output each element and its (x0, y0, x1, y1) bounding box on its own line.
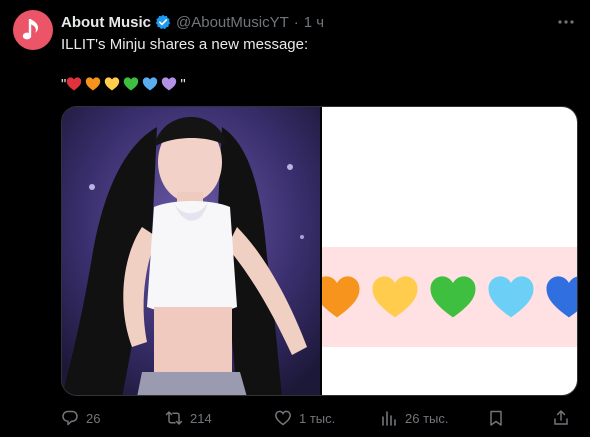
verified-badge-icon (155, 14, 171, 30)
light-blue-heart-icon (486, 272, 536, 322)
separator: · (293, 13, 299, 31)
author-handle[interactable]: @AboutMusicYT (176, 14, 289, 31)
yellow-heart-icon (370, 272, 420, 322)
purple-heart-icon (161, 76, 177, 92)
view-count: 26 тыс. (405, 410, 449, 426)
photo-minju[interactable] (62, 107, 320, 395)
hearts-band (322, 247, 577, 347)
orange-heart-icon (85, 76, 101, 92)
share-button[interactable] (552, 407, 577, 429)
views-icon (382, 411, 396, 426)
photo-hearts[interactable] (322, 107, 577, 395)
heart-icon (275, 410, 291, 426)
post-emoji-line: " " (61, 74, 186, 94)
reply-count: 26 (86, 410, 101, 426)
like-count: 1 тыс. (299, 410, 336, 426)
post-header: About Music @AboutMusicYT · 1 ч (61, 13, 324, 31)
avatar[interactable] (13, 10, 53, 50)
action-bar: 26 214 1 тыс. 26 тыс. (61, 407, 578, 429)
green-heart-icon (428, 272, 478, 322)
more-icon (558, 20, 574, 24)
repost-icon (165, 411, 183, 425)
repost-button[interactable]: 214 (165, 407, 212, 429)
post-text: ILLIT's Minju shares a new message: (61, 36, 309, 53)
red-heart-icon (66, 76, 82, 92)
music-note-icon (22, 19, 38, 40)
media-grid (61, 106, 578, 396)
author-name[interactable]: About Music (61, 14, 151, 31)
like-button[interactable]: 1 тыс. (274, 407, 335, 429)
more-options-button[interactable] (556, 12, 576, 32)
share-icon (554, 410, 568, 425)
green-heart-icon (123, 76, 139, 92)
blue-heart-icon (142, 76, 158, 92)
blue-heart-icon (544, 272, 577, 322)
orange-heart-icon (322, 272, 362, 322)
post-time[interactable]: 1 ч (304, 14, 324, 31)
quote-close: " (180, 75, 186, 93)
bookmark-icon (490, 410, 502, 426)
yellow-heart-icon (104, 76, 120, 92)
reply-icon (62, 410, 78, 426)
bookmark-button[interactable] (487, 407, 512, 429)
views-button[interactable]: 26 тыс. (380, 407, 448, 429)
reply-button[interactable]: 26 (61, 407, 100, 429)
repost-count: 214 (190, 410, 212, 426)
performer-photo (62, 107, 320, 395)
